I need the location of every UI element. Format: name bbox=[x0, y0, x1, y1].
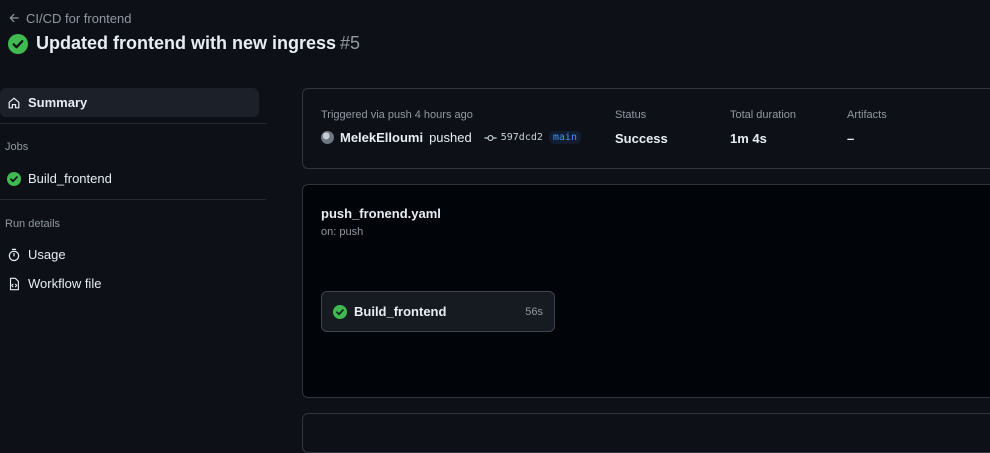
job-node-build-frontend[interactable]: Build_frontend 56s bbox=[321, 291, 555, 332]
actor-link[interactable]: MelekElloumi bbox=[340, 130, 423, 145]
job-name: Build_frontend bbox=[354, 304, 447, 319]
file-code-icon bbox=[7, 277, 21, 291]
run-details-heading: Run details bbox=[5, 218, 61, 230]
jobs-heading: Jobs bbox=[5, 141, 29, 153]
workflow-trigger: on: push bbox=[321, 226, 364, 238]
sidebar-divider bbox=[0, 123, 266, 124]
trigger-details: MelekElloumi pushed 597dcd2 main bbox=[321, 130, 581, 145]
trigger-label: Triggered via push 4 hours ago bbox=[321, 109, 473, 121]
sidebar-item-label: Workflow file bbox=[28, 276, 102, 291]
artifacts-value: – bbox=[847, 131, 855, 146]
run-title: Updated frontend with new ingress bbox=[36, 33, 337, 53]
workflow-file-name: push_fronend.yaml bbox=[321, 206, 441, 221]
sidebar-divider bbox=[0, 199, 266, 200]
back-link-label: CI/CD for frontend bbox=[26, 10, 132, 26]
page-title: Updated frontend with new ingress #5 bbox=[36, 33, 360, 54]
sidebar-item-workflow-file[interactable]: Workflow file bbox=[0, 269, 259, 298]
avatar bbox=[321, 131, 334, 144]
arrow-left-icon bbox=[8, 12, 20, 24]
sidebar-item-label: Summary bbox=[28, 95, 88, 110]
commit-sha: 597dcd2 bbox=[500, 132, 543, 143]
next-section-card bbox=[302, 413, 990, 453]
run-title-row: Updated frontend with new ingress #5 bbox=[8, 33, 360, 54]
sidebar-item-summary[interactable]: Summary bbox=[0, 88, 259, 117]
trigger-action: pushed bbox=[429, 130, 472, 145]
home-icon bbox=[7, 96, 21, 110]
back-to-workflow-link[interactable]: CI/CD for frontend bbox=[8, 10, 132, 26]
duration-label: Total duration bbox=[730, 109, 797, 121]
branch-badge[interactable]: main bbox=[548, 131, 581, 144]
check-circle-fill-icon bbox=[8, 33, 28, 54]
sidebar-item-build-frontend[interactable]: Build_frontend bbox=[0, 164, 259, 193]
duration-value: 1m 4s bbox=[730, 131, 767, 146]
sidebar-item-usage[interactable]: Usage bbox=[0, 240, 259, 269]
stopwatch-icon bbox=[7, 248, 21, 262]
git-commit-icon bbox=[484, 133, 497, 143]
status-value: Success bbox=[615, 131, 668, 146]
commit-link[interactable]: 597dcd2 bbox=[484, 132, 543, 143]
run-summary-card bbox=[302, 88, 990, 169]
sidebar-item-label: Usage bbox=[28, 247, 66, 262]
artifacts-label: Artifacts bbox=[847, 109, 887, 121]
status-label: Status bbox=[615, 109, 647, 121]
sidebar-item-label: Build_frontend bbox=[28, 171, 112, 186]
job-duration: 56s bbox=[525, 305, 543, 318]
check-circle-fill-icon bbox=[7, 171, 21, 186]
check-circle-fill-icon bbox=[333, 304, 347, 319]
run-number: #5 bbox=[340, 33, 361, 53]
